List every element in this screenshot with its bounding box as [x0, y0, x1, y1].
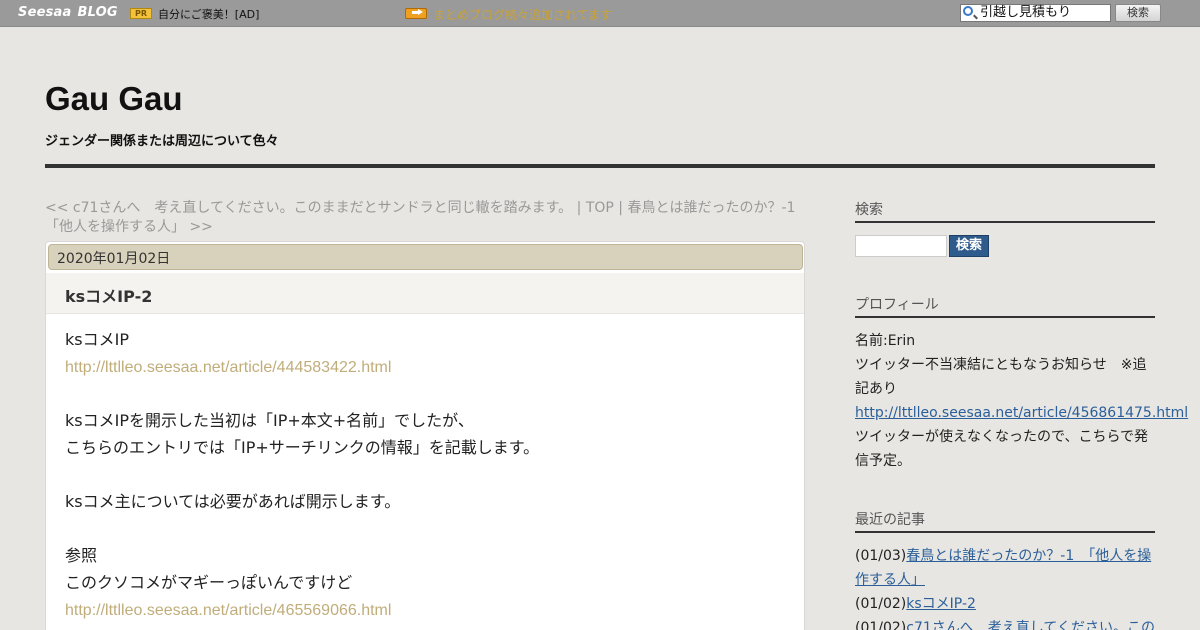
site-description: ジェンダー関係または周辺について色々	[45, 134, 279, 149]
sidebar-search-heading: 検索	[855, 199, 1155, 223]
entry-link[interactable]: http://lttlleo.seesaa.net/article/465569…	[65, 602, 391, 619]
sidebar-recent-articles: 最近の記事 (01/03)春鳥とは誰だったのか？-1 「他人を操 作する人」 (0…	[855, 509, 1155, 630]
seesaa-blog-logo[interactable]: Seesaa BLOG	[18, 5, 118, 20]
entry-link[interactable]: http://lttlleo.seesaa.net/article/444583…	[65, 359, 391, 376]
entry-line: http://lttlleo.seesaa.net/article/465569…	[65, 596, 785, 623]
logo-blog-text: BLOG	[77, 5, 118, 20]
pr-badge: PR	[130, 8, 152, 19]
list-item: (01/03)春鳥とは誰だったのか？-1 「他人を操 作する人」	[855, 544, 1155, 592]
notice-link[interactable]: まとめブログ続々追加されてます	[433, 6, 612, 23]
entry-body: ksコメIP http://lttlleo.seesaa.net/article/…	[65, 326, 785, 623]
recent-date: (01/02)	[855, 620, 907, 630]
sidebar-profile: プロフィール 名前:Erin ツイッター不当凍結にともなうお知らせ ※追 記あり…	[855, 294, 1188, 473]
entry-date: 2020年01月02日	[48, 244, 803, 270]
profile-text-line: 信予定。	[855, 453, 911, 469]
entry-line	[65, 461, 785, 488]
profile-notice-line: ツイッター不当凍結にともなうお知らせ ※追	[855, 357, 1147, 373]
recent-list: (01/03)春鳥とは誰だったのか？-1 「他人を操 作する人」 (01/02)k…	[855, 544, 1155, 630]
list-item: (01/02)c71さんへ 考え直してください。この	[855, 616, 1155, 630]
entry-title[interactable]: ksコメIP-2	[65, 283, 152, 307]
site-title[interactable]: Gau Gau	[45, 80, 183, 118]
entry-line: このクソコメがマギーっぽいんですけど	[65, 573, 353, 592]
top-search-button[interactable]: 検索	[1115, 4, 1161, 22]
header-divider	[45, 164, 1155, 168]
sidebar-search-button[interactable]: 検索	[949, 235, 989, 257]
nav-separator: |	[572, 200, 586, 216]
recent-date: (01/02)	[855, 596, 907, 612]
entry-line: ksコメ主については必要があれば開示します。	[65, 492, 401, 511]
entry-line: http://lttlleo.seesaa.net/article/444583…	[65, 353, 785, 380]
profile-heading: プロフィール	[855, 294, 1155, 318]
top-link[interactable]: TOP	[586, 200, 614, 216]
top-bar: Seesaa BLOG PR 自分にご褒美！[AD] まとめブログ続々追加されてま…	[0, 0, 1200, 27]
sidebar-search: 検索 検索	[855, 199, 1155, 269]
logo-seesaa-text: Seesaa	[18, 5, 72, 20]
profile-link[interactable]: http://lttlleo.seesaa.net/article/456861…	[855, 405, 1188, 421]
recent-date: (01/03)	[855, 548, 907, 564]
entry-line: ksコメIP	[65, 330, 129, 349]
nav-separator: |	[613, 200, 628, 216]
entry-title-bar: ksコメIP-2	[46, 273, 804, 314]
entry-line	[65, 380, 785, 407]
list-item: (01/02)ksコメIP-2	[855, 592, 1155, 616]
top-search-input[interactable]: 引越し見積もり	[960, 4, 1111, 22]
ad-link[interactable]: 自分にご褒美！[AD]	[158, 6, 259, 22]
sidebar-search-input[interactable]	[855, 235, 947, 257]
entry-line	[65, 515, 785, 542]
arrow-right-icon	[405, 8, 427, 19]
prev-article-link[interactable]: << c71さんへ 考え直してください。このままだとサンドラと同じ轍を踏みます。	[45, 200, 572, 216]
profile-name: 名前:Erin	[855, 333, 916, 349]
recent-article-link[interactable]: ksコメIP-2	[906, 596, 976, 612]
article-navigation: << c71さんへ 考え直してください。このままだとサンドラと同じ轍を踏みます。…	[45, 199, 805, 237]
recent-article-link[interactable]: c71さんへ 考え直してください。この	[906, 620, 1155, 630]
profile-text-line: ツイッターが使えなくなったので、こちらで発	[855, 429, 1149, 445]
blog-entry: 2020年01月02日 ksコメIP-2 ksコメIP http://lttlle…	[45, 241, 805, 630]
search-icon	[963, 6, 973, 16]
recent-heading: 最近の記事	[855, 509, 1155, 533]
entry-line: 参照	[65, 546, 98, 565]
profile-notice-line: 記あり	[855, 381, 897, 397]
entry-line: こちらのエントリでは「IP+サーチリンクの情報」を記載します。	[65, 438, 540, 457]
entry-line: ksコメIPを開示した当初は「IP+本文+名前」でしたが、	[65, 411, 474, 430]
profile-content: 名前:Erin ツイッター不当凍結にともなうお知らせ ※追 記あり http:/…	[855, 329, 1188, 473]
